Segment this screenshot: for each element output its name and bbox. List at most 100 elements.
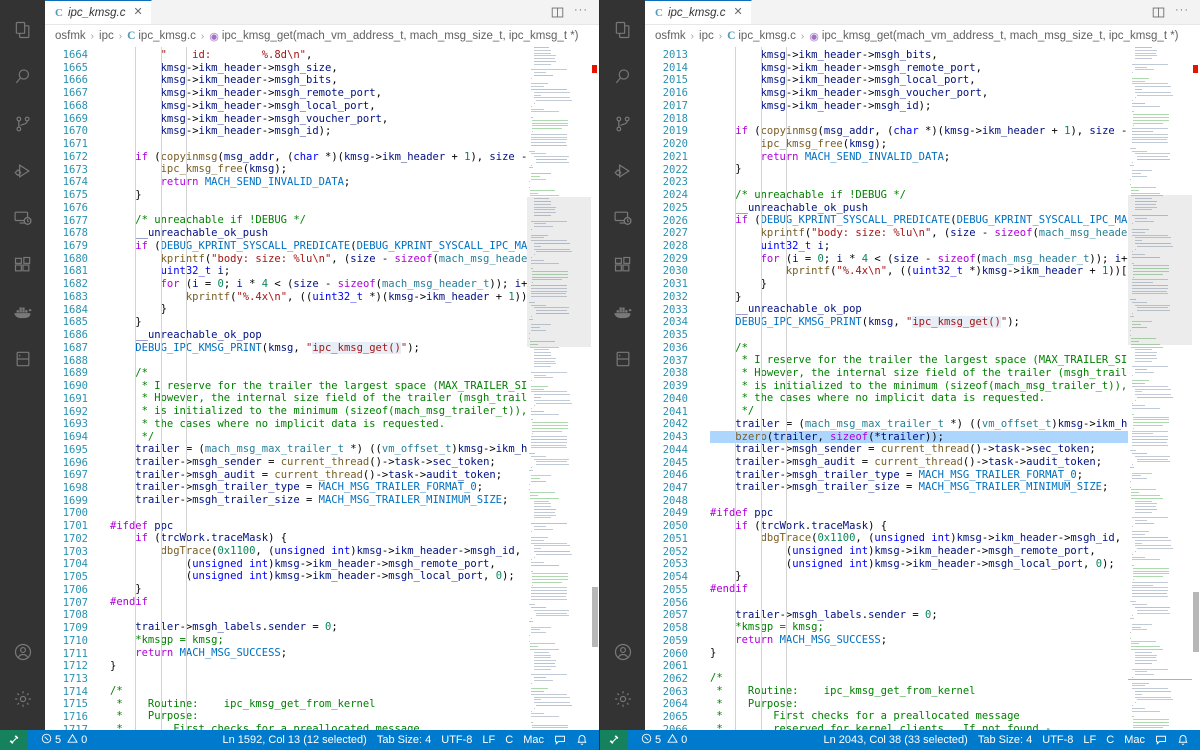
code-line[interactable] (110, 202, 527, 215)
code-content-left[interactable]: " id: %.8d\n", kmsg->ikm_header->msgh_si… (110, 47, 527, 730)
code-line[interactable]: trailer->msgh_sender = current_thread()-… (110, 456, 527, 469)
code-line[interactable] (110, 354, 527, 367)
breadcrumb-file[interactable]: ipc_kmsg.c (738, 30, 796, 42)
code-line[interactable]: ipc_kmsg_free(kmsg); (110, 163, 527, 176)
code-line[interactable]: if (trcWork.traceMask) { (710, 520, 1128, 533)
platform-indicator[interactable]: Mac (1119, 730, 1150, 750)
problems-indicator[interactable]: 5 0 (636, 730, 692, 750)
code-line[interactable]: ipc_kmsg_free(kmsg); (710, 138, 1128, 151)
eol[interactable]: LF (477, 730, 500, 750)
more-actions-icon[interactable]: ··· (572, 3, 590, 21)
code-line[interactable]: uint32_t i; (710, 240, 1128, 253)
breadcrumb-symbol[interactable]: ipc_kmsg_get(mach_vm_address_t, mach_msg… (822, 30, 1179, 42)
language-mode[interactable]: C (500, 730, 518, 750)
problems-indicator[interactable]: 5 0 (36, 730, 92, 750)
code-line[interactable]: trailer->msgh_labels.sender = 0; (110, 621, 527, 634)
code-line[interactable]: kmsg->ikm_header->msgh_id); (110, 125, 527, 138)
minimap-right[interactable] (1128, 47, 1200, 730)
code-line[interactable]: DEBUG_IPC_KMSG_PRINT(kmsg, "ipc_kmsg_get… (110, 341, 527, 355)
code-line[interactable]: if (copyinmsg(msg_addr, (char *)(kmsg->i… (110, 151, 527, 164)
code-line[interactable]: * Purpose: (710, 698, 1128, 711)
code-line[interactable]: kmsg->ikm_header->msgh_remote_port, (710, 62, 1128, 75)
code-line[interactable]: kprintf("%.4x\n", ((uint32_t *)kmsg->ikm… (710, 265, 1128, 278)
code-line[interactable]: #ifdef ppc (710, 507, 1128, 520)
code-line[interactable]: } (110, 316, 527, 329)
code-line[interactable]: (unsigned int)kmsg->ikm_header->msgh_rem… (110, 558, 527, 571)
source-control-icon[interactable] (600, 100, 645, 147)
code-line[interactable] (710, 113, 1128, 126)
code-line[interactable]: kmsg->ikm_header->msgh_size, (110, 62, 527, 75)
feedback-icon[interactable] (549, 730, 571, 750)
code-line[interactable]: if (copyinmsg(msg_addr, (char *)(kmsg->i… (710, 125, 1128, 138)
breadcrumb-file[interactable]: ipc_kmsg.c (138, 30, 196, 42)
code-line[interactable]: #ifdef ppc (110, 520, 527, 533)
code-line[interactable]: " id: %.8d\n", (110, 49, 527, 62)
code-line[interactable]: kprintf("body: size: %lu\n", (size - siz… (110, 253, 527, 266)
split-editor-icon[interactable] (548, 3, 566, 21)
code-line[interactable]: * Routine: ipc_kmsg_get_from_kernel (110, 698, 527, 711)
scrollbar-thumb[interactable] (592, 587, 598, 647)
more-actions-icon[interactable]: ··· (1173, 3, 1191, 21)
code-line[interactable]: #endif (110, 596, 527, 609)
minimap-slider[interactable] (527, 197, 591, 347)
code-line[interactable]: } (710, 647, 1128, 660)
code-line[interactable]: * I reserve for the trailer the largest … (110, 380, 527, 393)
extensions-icon[interactable] (600, 241, 645, 288)
code-line[interactable]: */ (110, 431, 527, 444)
encoding[interactable]: UTF-8 (436, 730, 477, 750)
code-line[interactable]: * Routine: ipc_kmsg_get_from_kernel (710, 685, 1128, 698)
code-line[interactable]: * However, the internal size field of th… (110, 392, 527, 405)
code-line[interactable] (110, 609, 527, 622)
code-line[interactable]: /* (710, 672, 1128, 685)
code-line[interactable]: if (trcWork.traceMask) { (110, 532, 527, 545)
minimap-slider[interactable] (1128, 195, 1192, 345)
editor-area-left[interactable]: 1664 1665 1666 1667 1668 1669 1670 1671 1672 1673… (45, 47, 599, 730)
code-line[interactable]: trailer->msgh_trailer_size = MACH_MSG_TR… (710, 481, 1128, 494)
code-line[interactable]: return MACH_SEND_INVALID_DATA; (110, 176, 527, 189)
code-line[interactable]: trailer->msgh_trailer_type = MACH_MSG_TR… (710, 469, 1128, 482)
code-line[interactable]: return MACH_MSG_SUCCESS; (110, 647, 527, 660)
code-line[interactable] (710, 176, 1128, 189)
remote-window-icon[interactable] (0, 730, 28, 750)
settings-gear-icon[interactable] (0, 675, 45, 722)
code-line[interactable] (110, 138, 527, 151)
tab-ipc-kmsg-c[interactable]: C ipc_kmsg.c ✕ (645, 0, 752, 24)
code-line[interactable]: * First checks for a preallocated messag… (110, 723, 527, 730)
minimap-error-marker[interactable] (1193, 65, 1198, 73)
code-line[interactable]: return MACH_SEND_INVALID_DATA; (710, 151, 1128, 164)
code-line[interactable]: (unsigned int)kmsg->ikm_header->msgh_loc… (710, 558, 1128, 571)
code-line[interactable]: (unsigned int)kmsg->ikm_header->msgh_rem… (710, 545, 1128, 558)
fold-gutter-left[interactable] (97, 47, 110, 730)
code-line[interactable]: __unreachable_ok_push (110, 227, 527, 240)
tab-ipc-kmsg-c[interactable]: C ipc_kmsg.c ✕ (45, 0, 152, 24)
code-line[interactable]: * the cases where no implicit data is re… (110, 418, 527, 431)
code-line[interactable]: * reserved for kernel clients. If not fo… (710, 723, 1128, 730)
breadcrumb-ipc[interactable]: ipc (99, 30, 114, 42)
source-control-icon[interactable] (0, 100, 45, 147)
code-line[interactable]: /* (110, 367, 527, 380)
code-line[interactable]: trailer->msgh_trailer_size = MACH_MSG_TR… (110, 494, 527, 507)
tab-size[interactable]: Tab Size: 4 (973, 730, 1037, 750)
code-line[interactable] (710, 329, 1128, 342)
eol[interactable]: LF (1078, 730, 1101, 750)
code-line[interactable]: __unreachable_ok_pop (710, 303, 1128, 316)
code-line[interactable]: dbgTrace(0x1100, (unsigned int)kmsg->ikm… (110, 545, 527, 558)
code-line[interactable]: __unreachable_ok_push (710, 202, 1128, 215)
code-line[interactable]: for (i = 0; i * 4 < (size - sizeof(mach_… (110, 278, 527, 291)
code-line[interactable]: uint32_t i; (110, 265, 527, 278)
minimap-left[interactable] (527, 47, 599, 730)
settings-gear-icon[interactable] (600, 675, 645, 722)
docker-icon[interactable] (0, 288, 45, 335)
code-line[interactable]: } (710, 163, 1128, 176)
tab-size[interactable]: Tab Size: 4 (372, 730, 436, 750)
code-line[interactable]: kmsg->ikm_header->msgh_bits, (110, 74, 527, 87)
code-line[interactable]: /* unreachable if !DEBUG */ (110, 214, 527, 227)
code-line[interactable]: * However, the internal size field of th… (710, 367, 1128, 380)
close-icon[interactable]: ✕ (133, 7, 142, 18)
code-line[interactable] (110, 507, 527, 520)
fold-gutter-right[interactable] (697, 47, 710, 730)
code-line[interactable]: kmsg->ikm_header->msgh_voucher_port, (110, 113, 527, 126)
code-line[interactable] (710, 660, 1128, 673)
code-line[interactable]: bzero(trailer, sizeof(*trailer)); (710, 430, 1128, 444)
code-line[interactable]: *kmsgp = kmsg; (710, 621, 1128, 634)
